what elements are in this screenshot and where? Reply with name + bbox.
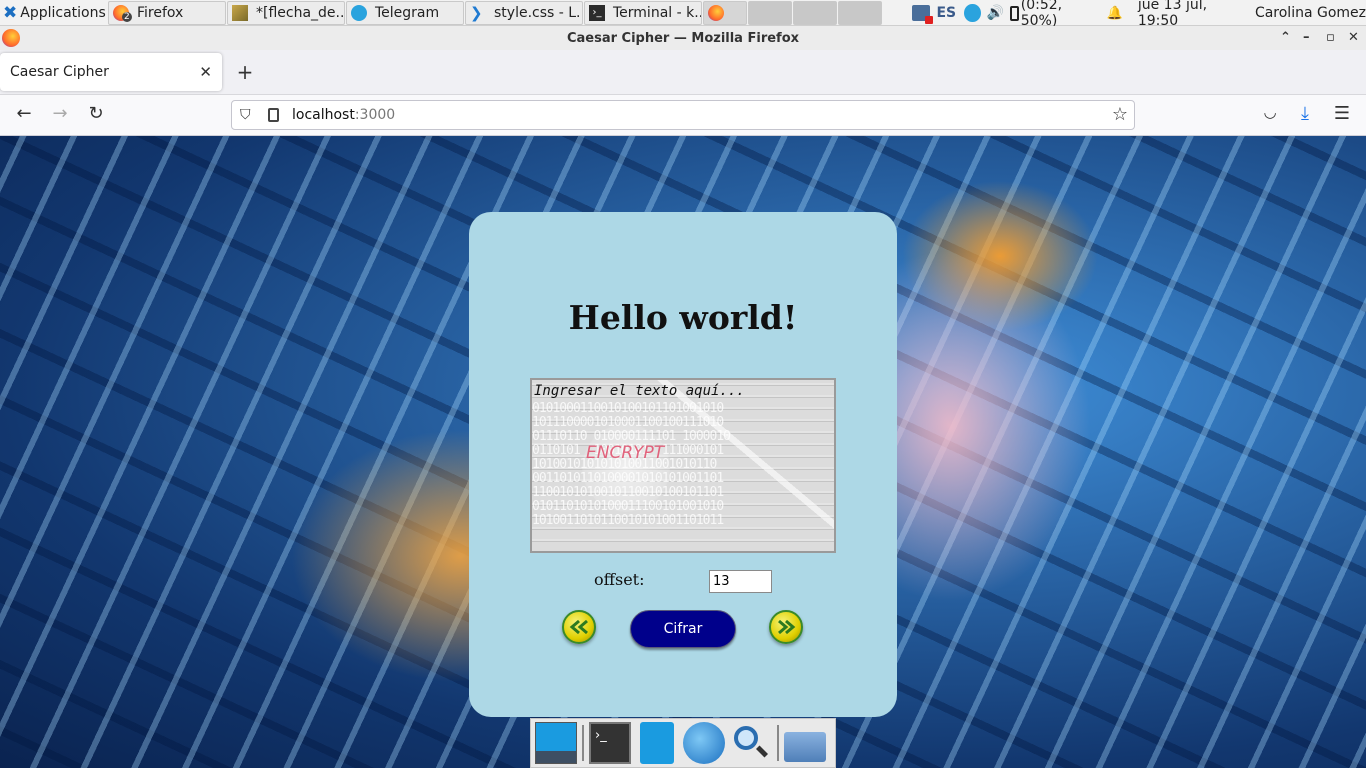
telegram-tray-icon[interactable] — [964, 4, 981, 22]
terminal-dock-icon[interactable]: ›_ — [589, 722, 631, 764]
volume-icon[interactable]: 🔊 — [987, 5, 1004, 21]
notifications-icon[interactable]: 🔔 — [1107, 6, 1123, 21]
xfce-icon: ✖ — [3, 2, 18, 23]
task-telegram[interactable]: Telegram — [346, 0, 464, 25]
system-tray: ES 🔊 (0:52, 50%) 🔔 jue 13 jul, 19:50 Car… — [912, 0, 1366, 29]
close-tab-icon[interactable]: ✕ — [199, 63, 212, 81]
page-heading: Hello world! — [568, 298, 798, 337]
task-firefox[interactable]: 2 Firefox — [108, 0, 226, 25]
search-icon[interactable] — [730, 722, 772, 764]
firefox-icon — [708, 4, 724, 21]
folder-icon[interactable] — [784, 732, 826, 762]
task-label: Telegram — [375, 4, 440, 21]
task-terminal[interactable]: ›_ Terminal - k... — [584, 0, 702, 25]
firefox-app-icon — [2, 29, 20, 47]
image-editor-icon — [232, 4, 248, 21]
battery-icon[interactable] — [1010, 5, 1019, 21]
pocket-icon[interactable]: ◡ — [1258, 103, 1282, 121]
menu-icon[interactable]: ☰ — [1330, 103, 1354, 124]
url-host: localhost — [292, 107, 355, 123]
forward-arrow-icon[interactable] — [769, 610, 803, 644]
battery-status: (0:52, 50%) — [1020, 0, 1063, 29]
show-desktop-icon[interactable] — [535, 722, 577, 764]
offset-input[interactable] — [709, 570, 772, 593]
cipher-button[interactable]: Cifrar — [630, 610, 736, 648]
reload-icon[interactable]: ↻ — [84, 103, 108, 124]
window-titlebar[interactable]: Caesar Cipher — Mozilla Firefox ⌃ – ▫ ✕ — [0, 26, 1366, 50]
page-viewport: Hello world! 010100011001010010110100101… — [0, 136, 1366, 768]
rewind-arrow-icon[interactable] — [562, 610, 596, 644]
page-info-icon[interactable] — [268, 108, 279, 122]
dock-separator — [582, 725, 584, 761]
telegram-icon — [351, 4, 367, 21]
cipher-card: Hello world! 010100011001010010110100101… — [469, 212, 897, 717]
file-manager-icon[interactable] — [640, 722, 674, 764]
workspace-1[interactable] — [748, 0, 792, 25]
address-bar[interactable]: ⛉ localhost:3000 ☆ — [231, 100, 1135, 130]
url-port: :3000 — [354, 107, 396, 123]
forward-icon[interactable]: → — [48, 103, 72, 124]
task-firefox-2[interactable] — [703, 0, 747, 25]
network-icon[interactable] — [912, 5, 934, 24]
tab-strip: Caesar Cipher ✕ + — [0, 50, 1366, 95]
workspace-3[interactable] — [838, 0, 882, 25]
minimize-icon[interactable]: – — [1303, 30, 1310, 45]
applications-menu[interactable]: ✖ Applications — [0, 0, 108, 26]
close-window-icon[interactable]: ✕ — [1348, 30, 1359, 45]
vscode-icon: ❯ — [470, 3, 483, 22]
firefox-icon: 2 — [113, 4, 132, 22]
tab-title: Caesar Cipher — [10, 64, 109, 80]
workspace-2[interactable] — [793, 0, 837, 25]
new-tab-icon[interactable]: + — [233, 60, 257, 84]
applications-label: Applications — [20, 4, 106, 21]
window-title: Caesar Cipher — Mozilla Firefox — [566, 30, 800, 46]
text-input[interactable] — [530, 378, 836, 553]
navigation-toolbar: ← → ↻ ⛉ localhost:3000 ☆ ◡ ⤓ ☰ — [0, 95, 1366, 136]
dock-separator — [777, 725, 779, 761]
web-browser-icon[interactable] — [683, 722, 725, 764]
task-vscode[interactable]: ❯ style.css - L... — [465, 0, 583, 25]
bookmark-star-icon[interactable]: ☆ — [1112, 104, 1128, 125]
keyboard-layout[interactable]: ES — [936, 5, 956, 21]
maximize-icon[interactable]: ▫ — [1326, 30, 1335, 45]
task-label: Terminal - k... — [613, 4, 702, 21]
task-label: *[flecha_de... — [256, 4, 345, 21]
tab-caesar-cipher[interactable]: Caesar Cipher ✕ — [0, 53, 222, 91]
offset-label: offset: — [594, 570, 645, 589]
shield-icon[interactable]: ⛉ — [240, 107, 251, 123]
clock[interactable]: jue 13 jul, 19:50 — [1138, 0, 1243, 29]
task-badge: 2 — [122, 11, 132, 22]
task-label: style.css - L... — [494, 4, 583, 21]
task-label: Firefox — [137, 4, 184, 21]
top-panel: ✖ Applications 2 Firefox *[flecha_de... … — [0, 0, 1366, 29]
downloads-icon[interactable]: ⤓ — [1293, 103, 1317, 124]
user-name[interactable]: Carolina Gomez — [1255, 5, 1366, 21]
terminal-icon: ›_ — [589, 4, 605, 21]
task-image-editor[interactable]: *[flecha_de... — [227, 0, 345, 25]
back-icon[interactable]: ← — [12, 103, 36, 124]
dock: ›_ — [530, 718, 836, 768]
window-up-icon[interactable]: ⌃ — [1280, 30, 1291, 45]
